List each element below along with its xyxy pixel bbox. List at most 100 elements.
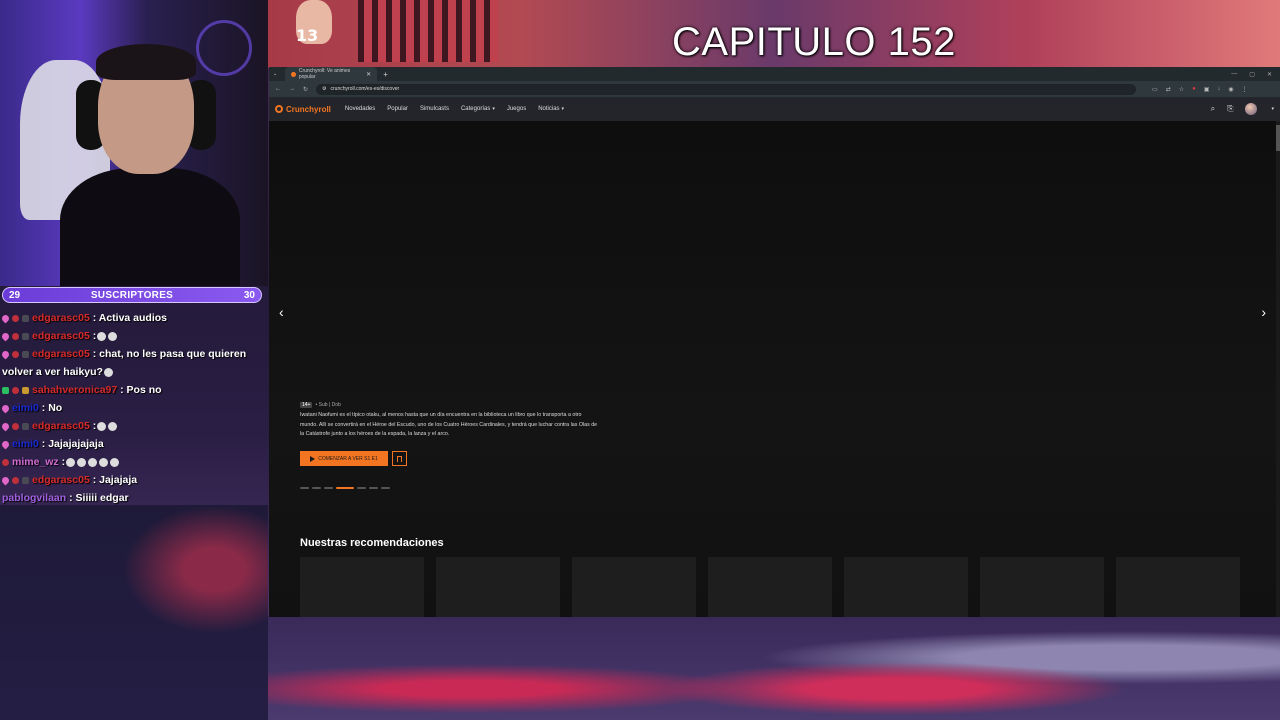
- extensions-icon[interactable]: ▣: [1204, 86, 1210, 93]
- carousel-dot[interactable]: [336, 487, 354, 489]
- maturity-rating: 14+: [300, 402, 313, 408]
- dark-badge-icon: [22, 476, 29, 484]
- search-icon[interactable]: ⌕: [1211, 104, 1215, 114]
- chat-text: : Jajajajajaja: [38, 438, 104, 450]
- recommendation-card[interactable]: [844, 557, 968, 617]
- start-watching-button[interactable]: COMENZAR A VER S1 E1: [300, 451, 388, 466]
- chat-username[interactable]: edgarasc05: [32, 420, 90, 432]
- chat-username[interactable]: edgarasc05: [32, 474, 90, 486]
- heart-badge-icon: [0, 421, 11, 432]
- carousel-dot[interactable]: [357, 487, 366, 489]
- chat-username[interactable]: edgarasc05: [32, 348, 90, 360]
- carousel-dot[interactable]: [324, 487, 333, 489]
- back-icon[interactable]: ←: [275, 86, 281, 92]
- chat-message: edgarasc05 : Activa audios: [0, 309, 264, 327]
- chat-username[interactable]: edgarasc05: [32, 312, 90, 324]
- background-art-bottom: [268, 616, 1280, 720]
- forward-icon[interactable]: →: [289, 86, 295, 92]
- address-bar-row: ← → ↻ ⚙ crunchyroll.com/es-es/discover ▭…: [269, 81, 1280, 97]
- tab-title: Crunchyroll: Ve animes popular: [298, 68, 351, 80]
- heart-badge-icon: [0, 349, 11, 360]
- nav-item-categoras[interactable]: Categorías ▾: [461, 106, 495, 112]
- profile-icon[interactable]: ◉: [1228, 86, 1233, 93]
- avatar[interactable]: [1245, 103, 1258, 115]
- maximize-icon[interactable]: ▢: [1249, 71, 1255, 78]
- carousel-dot[interactable]: [369, 487, 378, 489]
- recommendation-card[interactable]: [1116, 557, 1240, 617]
- crunchyroll-logo-icon: [275, 105, 283, 113]
- download-icon[interactable]: ↓: [1217, 86, 1220, 93]
- minimize-icon[interactable]: —: [1231, 71, 1237, 78]
- chat-username[interactable]: eimi0: [12, 402, 39, 414]
- menu-icon[interactable]: ⋮: [1242, 86, 1248, 93]
- carousel-next-button[interactable]: ›: [1261, 304, 1266, 320]
- carousel-prev-button[interactable]: ‹: [279, 304, 284, 320]
- heart-badge-icon: [0, 313, 11, 324]
- crunchyroll-logo[interactable]: Crunchyroll: [275, 105, 331, 114]
- install-icon[interactable]: ▭: [1152, 86, 1158, 93]
- address-bar[interactable]: ⚙ crunchyroll.com/es-es/discover: [316, 83, 1137, 95]
- gold-badge-icon: [22, 386, 29, 394]
- recommendation-card[interactable]: [436, 557, 560, 617]
- chat-username[interactable]: eimi0: [12, 438, 39, 450]
- recommendation-card[interactable]: [300, 557, 424, 617]
- red-badge-icon: [12, 422, 19, 430]
- nav-item-popular[interactable]: Popular: [387, 106, 408, 112]
- chevron-down-icon: ▾: [561, 106, 565, 112]
- dark-badge-icon: [22, 332, 29, 340]
- chat-text: : Jajajaja: [89, 474, 138, 486]
- stream-layout: 13 CAPITULO 152 29 SUSCRIPTORES 30 edgar…: [0, 0, 1280, 720]
- recommendations-title: Nuestras recomendaciones: [300, 537, 444, 549]
- recommendation-card[interactable]: [980, 557, 1104, 617]
- dark-badge-icon: [22, 350, 29, 358]
- red-badge-icon: [12, 386, 19, 394]
- hero-meta: 14+ • Sub | Dob: [300, 402, 341, 408]
- carousel-dot[interactable]: [300, 487, 309, 489]
- chat-username[interactable]: edgarasc05: [32, 330, 90, 342]
- emote-icon: [103, 367, 113, 377]
- chat-feed: edgarasc05 : Activa audios edgarasc05 : ed…: [0, 309, 264, 507]
- chat-message: pablogvilaan : Siiiii edgar: [2, 489, 264, 507]
- emote-icon: [97, 331, 107, 341]
- star-icon[interactable]: ☆: [1179, 86, 1184, 93]
- carousel-indicators: [300, 487, 390, 489]
- translate-icon[interactable]: ⇄: [1166, 86, 1171, 93]
- tab-crunchyroll[interactable]: Crunchyroll: Ve animes popular ✕: [285, 67, 378, 81]
- close-window-icon[interactable]: ✕: [1267, 71, 1272, 78]
- chevron-down-icon[interactable]: ▾: [1271, 106, 1274, 112]
- tab-search-icon[interactable]: ⌄: [273, 71, 277, 77]
- nav-item-novedades[interactable]: Novedades: [345, 106, 375, 112]
- close-tab-icon[interactable]: ✕: [366, 71, 371, 78]
- red-badge-icon: [12, 314, 19, 322]
- chat-message: mime_wz :: [2, 453, 264, 471]
- site-info-icon[interactable]: ⚙: [322, 86, 326, 92]
- chat-username[interactable]: pablogvilaan: [2, 492, 66, 504]
- nav-item-simulcasts[interactable]: Simulcasts: [420, 106, 449, 112]
- chat-text: :: [89, 420, 97, 432]
- recommendations-row: [300, 557, 1240, 617]
- chat-message: edgarasc05 :: [0, 327, 264, 345]
- chevron-down-icon: ▾: [492, 106, 495, 112]
- new-tab-icon[interactable]: +: [383, 70, 388, 79]
- chat-message: edgarasc05 : chat, no les pasa que quier…: [0, 345, 264, 381]
- carousel-dot[interactable]: [381, 487, 390, 489]
- nav-item-noticias[interactable]: Noticias ▾: [538, 106, 564, 112]
- add-to-watchlist-button[interactable]: [392, 451, 407, 466]
- chat-text: :: [58, 456, 66, 468]
- page-scrollbar[interactable]: [1276, 121, 1280, 617]
- carousel-dot[interactable]: [312, 487, 321, 489]
- chat-username[interactable]: sahahveronica97: [32, 384, 117, 396]
- extension-record-icon[interactable]: ●: [1192, 86, 1196, 93]
- reload-icon[interactable]: ↻: [303, 86, 308, 93]
- nav-item-juegos[interactable]: Juegos: [507, 106, 526, 112]
- chat-message: sahahveronica97 : Pos no: [2, 381, 264, 399]
- chat-username[interactable]: mime_wz: [12, 456, 59, 468]
- recommendation-card[interactable]: [708, 557, 832, 617]
- tab-strip: ⌄ Crunchyroll: Ve animes popular ✕ + — ▢…: [269, 67, 1280, 81]
- heart-badge-icon: [0, 331, 11, 342]
- heart-badge-icon: [0, 439, 11, 450]
- watchlist-icon[interactable]: ⎘: [1227, 104, 1233, 114]
- crunchyroll-header: Crunchyroll Novedades Popular Simulcasts Ca…: [269, 97, 1280, 121]
- chat-text: : Siiiii edgar: [66, 492, 129, 504]
- recommendation-card[interactable]: [572, 557, 696, 617]
